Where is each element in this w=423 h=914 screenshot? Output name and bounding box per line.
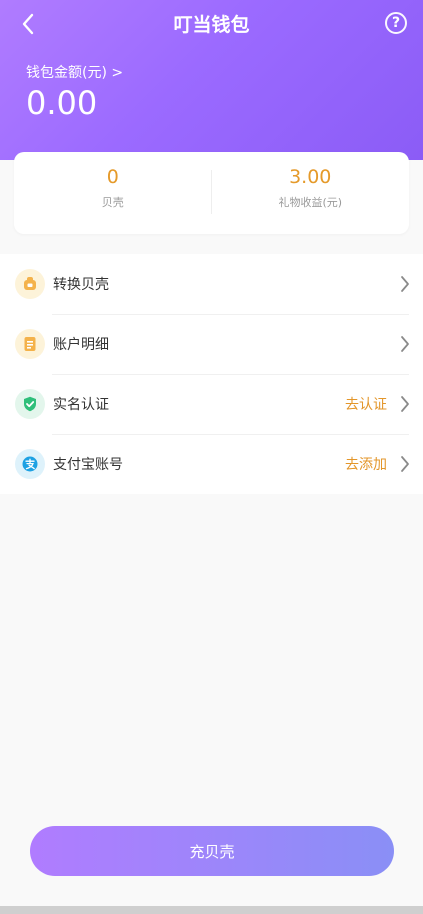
nav-bar: 叮当钱包 ? bbox=[0, 0, 423, 48]
shield-check-icon bbox=[15, 389, 45, 419]
menu-item-label: 转换贝壳 bbox=[53, 277, 109, 293]
help-button[interactable]: ? bbox=[385, 12, 407, 34]
menu-item-action[interactable]: 去认证 bbox=[345, 394, 387, 414]
stats-card: 0 贝壳 3.00 礼物收益(元) bbox=[14, 152, 409, 234]
menu-item-real-name-verification[interactable]: 实名认证 去认证 bbox=[0, 374, 423, 434]
menu-item-convert-shells[interactable]: 转换贝壳 bbox=[0, 254, 423, 314]
stat-shells-value: 0 bbox=[106, 166, 119, 188]
alipay-icon bbox=[15, 449, 45, 479]
menu-list: 转换贝壳 账户明细 实名认证 去认证 支付宝账号 去添加 bbox=[0, 254, 423, 494]
stat-gift-income[interactable]: 3.00 礼物收益(元) bbox=[212, 152, 410, 234]
stat-gift-income-value: 3.00 bbox=[289, 166, 332, 188]
menu-item-action[interactable]: 去添加 bbox=[345, 454, 387, 474]
stat-shells-label: 贝壳 bbox=[101, 196, 124, 209]
recharge-shells-button[interactable]: 充贝壳 bbox=[30, 826, 394, 876]
menu-item-label: 实名认证 bbox=[53, 397, 109, 413]
stat-gift-income-label: 礼物收益(元) bbox=[278, 196, 343, 209]
document-icon bbox=[15, 329, 45, 359]
chevron-right-icon bbox=[401, 396, 409, 412]
chevron-right-icon bbox=[401, 276, 409, 292]
menu-item-label: 支付宝账号 bbox=[53, 457, 123, 473]
menu-item-alipay-account[interactable]: 支付宝账号 去添加 bbox=[0, 434, 423, 494]
page-title: 叮当钱包 bbox=[173, 14, 250, 36]
bottom-edge bbox=[0, 906, 423, 914]
exchange-icon bbox=[15, 269, 45, 299]
wallet-amount-value: 0.00 bbox=[26, 84, 98, 122]
wallet-header: 叮当钱包 ? 钱包金额(元) > 0.00 bbox=[0, 0, 423, 160]
question-circle-icon: ? bbox=[391, 15, 401, 31]
chevron-right-icon bbox=[401, 336, 409, 352]
menu-item-account-details[interactable]: 账户明细 bbox=[0, 314, 423, 374]
wallet-amount-label[interactable]: 钱包金额(元) > bbox=[26, 62, 123, 82]
chevron-right-icon bbox=[401, 456, 409, 472]
stat-shells[interactable]: 0 贝壳 bbox=[14, 152, 212, 234]
menu-item-label: 账户明细 bbox=[53, 337, 109, 353]
